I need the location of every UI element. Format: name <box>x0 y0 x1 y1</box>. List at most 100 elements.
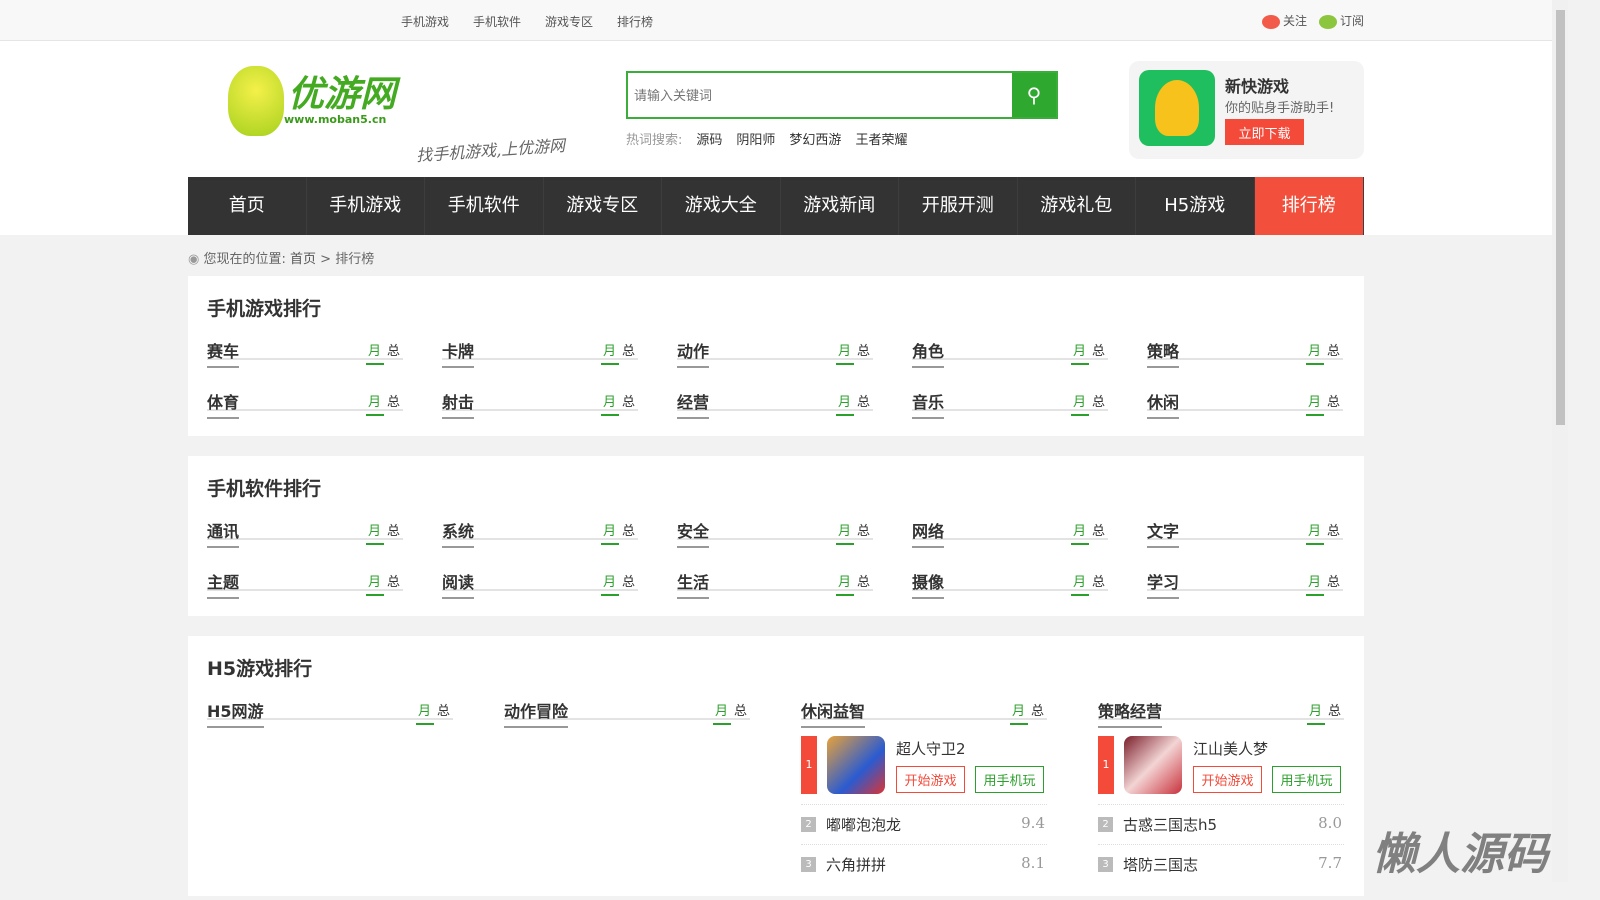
category-name[interactable]: 卡牌 <box>442 338 475 368</box>
tab-total[interactable]: 总 <box>1092 575 1105 590</box>
tab-total[interactable]: 总 <box>437 704 450 719</box>
tab-month[interactable]: 月 <box>838 524 851 539</box>
category-name[interactable]: 通讯 <box>207 518 240 548</box>
hot-word[interactable]: 梦幻西游 <box>789 129 841 148</box>
nav-item[interactable]: H5游戏 <box>1136 177 1255 235</box>
category-name[interactable]: 系统 <box>442 518 475 548</box>
category-name[interactable]: 射击 <box>442 389 475 419</box>
wechat-subscribe-link[interactable]: 订阅 <box>1318 12 1364 29</box>
start-game-button[interactable]: 开始游戏 <box>896 766 965 793</box>
ranked-game-row[interactable]: 3 六角拼拼 8.1 <box>801 844 1047 884</box>
nav-item[interactable]: 首页 <box>188 177 307 235</box>
category-name[interactable]: 生活 <box>677 569 710 599</box>
tab-month[interactable]: 月 <box>838 575 851 590</box>
tab-total[interactable]: 总 <box>1092 344 1105 359</box>
search-button[interactable]: ⚲ <box>1012 73 1056 117</box>
site-logo[interactable]: 优游网 www.moban5.cn <box>228 66 396 136</box>
category-name[interactable]: 角色 <box>912 338 945 368</box>
category-name[interactable]: 动作 <box>677 338 710 368</box>
category-name[interactable]: 策略 <box>1147 338 1180 368</box>
hot-word[interactable]: 源码 <box>696 129 722 148</box>
game-name[interactable]: 古惑三国志h5 <box>1123 814 1217 835</box>
tab-total[interactable]: 总 <box>1327 575 1340 590</box>
category-name[interactable]: 文字 <box>1147 518 1180 548</box>
category-name[interactable]: 摄像 <box>912 569 945 599</box>
play-on-mobile-button[interactable]: 用手机玩 <box>975 766 1044 793</box>
ranked-game-row[interactable]: 2 嘟嘟泡泡龙 9.4 <box>801 804 1047 844</box>
tab-month[interactable]: 月 <box>1073 395 1086 410</box>
tab-total[interactable]: 总 <box>622 575 635 590</box>
category-name[interactable]: 网络 <box>912 518 945 548</box>
tab-month[interactable]: 月 <box>1308 395 1321 410</box>
category-name[interactable]: 赛车 <box>207 338 240 368</box>
tab-month[interactable]: 月 <box>1073 575 1086 590</box>
tab-month[interactable]: 月 <box>368 575 381 590</box>
top-link-rank[interactable]: 排行榜 <box>617 13 653 30</box>
tab-total[interactable]: 总 <box>622 344 635 359</box>
category-name[interactable]: 经营 <box>677 389 710 419</box>
tab-month[interactable]: 月 <box>1012 704 1025 719</box>
scrollbar[interactable] <box>1552 0 1568 882</box>
category-name[interactable]: 策略经营 <box>1098 698 1163 728</box>
weibo-follow-link[interactable]: 关注 <box>1261 12 1307 29</box>
tab-total[interactable]: 总 <box>387 395 400 410</box>
search-input[interactable] <box>628 73 1012 117</box>
tab-month[interactable]: 月 <box>418 704 431 719</box>
nav-item[interactable]: 排行榜 <box>1254 177 1364 235</box>
category-name[interactable]: 学习 <box>1147 569 1180 599</box>
tab-month[interactable]: 月 <box>368 524 381 539</box>
breadcrumb-home[interactable]: 首页 <box>290 252 316 267</box>
tab-total[interactable]: 总 <box>1031 704 1044 719</box>
tab-total[interactable]: 总 <box>387 344 400 359</box>
tab-total[interactable]: 总 <box>1328 704 1341 719</box>
tab-month[interactable]: 月 <box>603 575 616 590</box>
tab-month[interactable]: 月 <box>1308 524 1321 539</box>
tab-month[interactable]: 月 <box>603 344 616 359</box>
tab-total[interactable]: 总 <box>1092 395 1105 410</box>
tab-month[interactable]: 月 <box>368 395 381 410</box>
tab-total[interactable]: 总 <box>387 524 400 539</box>
game-icon[interactable] <box>1124 736 1182 794</box>
start-game-button[interactable]: 开始游戏 <box>1193 766 1262 793</box>
category-name[interactable]: 休闲 <box>1147 389 1180 419</box>
hot-word[interactable]: 阴阳师 <box>736 129 775 148</box>
nav-item[interactable]: 手机软件 <box>425 177 544 235</box>
nav-item[interactable]: 开服开测 <box>899 177 1018 235</box>
tab-total[interactable]: 总 <box>857 575 870 590</box>
download-button[interactable]: 立即下载 <box>1225 119 1304 145</box>
tab-total[interactable]: 总 <box>622 395 635 410</box>
tab-total[interactable]: 总 <box>857 395 870 410</box>
game-name[interactable]: 塔防三国志 <box>1123 854 1198 875</box>
hot-word[interactable]: 王者荣耀 <box>855 129 907 148</box>
tab-month[interactable]: 月 <box>1073 524 1086 539</box>
tab-month[interactable]: 月 <box>368 344 381 359</box>
top-link-software[interactable]: 手机软件 <box>473 13 521 30</box>
tab-month[interactable]: 月 <box>838 395 851 410</box>
tab-total[interactable]: 总 <box>622 524 635 539</box>
game-name[interactable]: 江山美人梦 <box>1193 738 1268 759</box>
tab-total[interactable]: 总 <box>1092 524 1105 539</box>
tab-month[interactable]: 月 <box>603 524 616 539</box>
game-icon[interactable] <box>827 736 885 794</box>
category-name[interactable]: 安全 <box>677 518 710 548</box>
category-name[interactable]: 休闲益智 <box>801 698 866 728</box>
tab-total[interactable]: 总 <box>734 704 747 719</box>
game-name[interactable]: 六角拼拼 <box>826 854 886 875</box>
tab-month[interactable]: 月 <box>838 344 851 359</box>
category-name[interactable]: 音乐 <box>912 389 945 419</box>
ranked-game-row[interactable]: 3 塔防三国志 7.7 <box>1098 844 1344 884</box>
tab-month[interactable]: 月 <box>1308 575 1321 590</box>
tab-total[interactable]: 总 <box>1327 344 1340 359</box>
tab-month[interactable]: 月 <box>1073 344 1086 359</box>
tab-month[interactable]: 月 <box>715 704 728 719</box>
ranked-game-row[interactable]: 2 古惑三国志h5 8.0 <box>1098 804 1344 844</box>
tab-total[interactable]: 总 <box>387 575 400 590</box>
category-name[interactable]: 阅读 <box>442 569 475 599</box>
game-name[interactable]: 嘟嘟泡泡龙 <box>826 814 901 835</box>
category-name[interactable]: 体育 <box>207 389 240 419</box>
play-on-mobile-button[interactable]: 用手机玩 <box>1272 766 1341 793</box>
game-name[interactable]: 超人守卫2 <box>896 738 966 759</box>
scrollbar-thumb[interactable] <box>1556 10 1565 425</box>
category-name[interactable]: 动作冒险 <box>504 698 569 728</box>
top-link-zone[interactable]: 游戏专区 <box>545 13 593 30</box>
